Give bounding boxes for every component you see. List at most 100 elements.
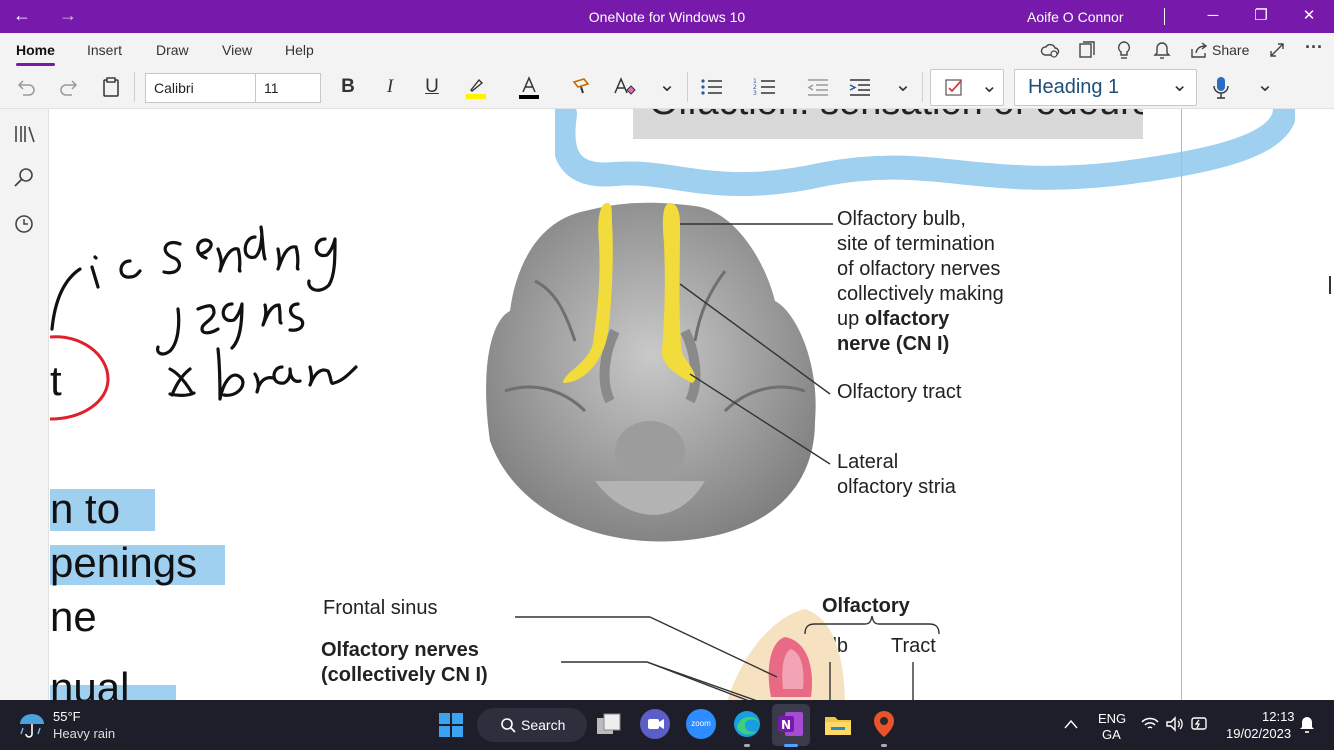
label-lateral-olfactory-stria: Lateral olfactory stria: [837, 451, 956, 498]
weather-temperature[interactable]: 55°F: [53, 709, 81, 724]
left-text-line-4: ne: [50, 593, 97, 640]
page-icon[interactable]: [1078, 41, 1096, 59]
notifications-icon[interactable]: [1297, 715, 1317, 735]
onenote-active-tile[interactable]: N: [772, 704, 810, 746]
bold-button[interactable]: B: [335, 76, 361, 98]
edge-browser-icon[interactable]: [732, 709, 762, 739]
onenote-app-icon: N: [778, 712, 803, 736]
tag-selector[interactable]: ⌄: [930, 69, 1004, 106]
notebooks-icon[interactable]: [12, 123, 38, 145]
file-explorer-icon[interactable]: [823, 709, 853, 739]
format-painter-icon[interactable]: [570, 76, 596, 98]
undo-icon[interactable]: [15, 77, 41, 97]
increase-indent-icon[interactable]: [848, 77, 874, 97]
font-name-field[interactable]: Calibri: [145, 73, 256, 103]
font-color-icon[interactable]: [517, 75, 543, 101]
zoom-app-icon[interactable]: zoom: [686, 709, 716, 739]
style-dropdown-icon: ⌄: [1171, 74, 1188, 96]
maps-pin-icon[interactable]: [869, 709, 899, 739]
language-top[interactable]: ENG: [1098, 711, 1126, 726]
tag-dropdown-icon: ⌄: [981, 75, 998, 97]
label-olfactory-tract: Olfactory tract: [837, 381, 962, 403]
bullet-list-icon[interactable]: [700, 77, 726, 97]
wifi-icon[interactable]: [1141, 716, 1159, 732]
minimize-icon[interactable]: ─: [1198, 4, 1228, 28]
sync-cloud-icon[interactable]: [1040, 41, 1060, 59]
style-selector[interactable]: Heading 1 ⌄: [1014, 69, 1197, 106]
restore-icon[interactable]: ❐: [1246, 4, 1276, 28]
tab-help[interactable]: Help: [285, 42, 314, 58]
search-icon[interactable]: [12, 167, 38, 189]
left-text-line-5: nual: [50, 664, 130, 700]
tab-home[interactable]: Home: [16, 42, 55, 66]
clear-formatting-icon[interactable]: [612, 76, 638, 98]
bell-icon[interactable]: [1153, 41, 1171, 59]
page-margin-line: [1181, 109, 1182, 700]
highlighter-icon[interactable]: [464, 75, 490, 101]
toolbar-separator: [922, 72, 923, 102]
navigation-sidebar: [0, 109, 49, 700]
windows-start-icon[interactable]: [438, 712, 464, 738]
toolbar-separator: [134, 72, 135, 102]
toolbar-separator: [687, 72, 688, 102]
weather-condition[interactable]: Heavy rain: [53, 726, 115, 741]
task-view-icon[interactable]: [595, 712, 623, 738]
search-icon: [501, 718, 516, 733]
tab-view[interactable]: View: [222, 42, 252, 58]
user-name[interactable]: Aoife O Connor: [1027, 9, 1124, 25]
volume-icon[interactable]: [1165, 716, 1183, 732]
italic-button[interactable]: I: [377, 76, 403, 98]
svg-text:N: N: [781, 718, 791, 732]
scroll-indicator: [1329, 276, 1331, 294]
maps-running-indicator: [881, 744, 887, 747]
heading-box: Olfaction: sensation of odours: [633, 109, 1143, 139]
left-text-line-2: n to: [50, 485, 121, 532]
share-button[interactable]: Share: [1212, 42, 1249, 58]
battery-charging-icon[interactable]: [1190, 715, 1210, 733]
heading-text: Olfaction: sensation of odours: [649, 109, 1143, 124]
checkbox-tag-icon: [945, 79, 962, 96]
share-icon[interactable]: [1190, 41, 1208, 59]
formatting-dropdown-icon[interactable]: ⌄: [654, 72, 680, 97]
language-bottom[interactable]: GA: [1102, 727, 1121, 742]
note-canvas[interactable]: Olfaction: sensation of odours t n to pe…: [50, 109, 1334, 700]
ribbon-toolbar: Calibri 11 B I U ⌄ 123 ⌄ ⌄ Heading 1 ⌄ ⌄: [0, 66, 1334, 109]
clock-date[interactable]: 19/02/2023: [1226, 726, 1291, 741]
tab-insert[interactable]: Insert: [87, 42, 122, 58]
title-separator: [1164, 8, 1165, 25]
edge-running-indicator: [744, 744, 750, 747]
tab-draw[interactable]: Draw: [156, 42, 189, 58]
style-value: Heading 1: [1028, 76, 1120, 98]
show-hidden-icons-chevron-icon[interactable]: [1063, 718, 1079, 730]
left-text-line-3: penings: [50, 539, 198, 586]
close-icon[interactable]: ✕: [1294, 4, 1324, 28]
figure1-leader-lines: [679, 223, 833, 465]
decrease-indent-icon[interactable]: [806, 77, 832, 97]
svg-text:3: 3: [753, 90, 757, 97]
onenote-running-indicator: [784, 744, 798, 747]
font-size-field[interactable]: 11: [255, 73, 321, 103]
dictate-dropdown-icon[interactable]: ⌄: [1252, 72, 1278, 97]
redo-icon[interactable]: [58, 77, 84, 97]
search-label: Search: [521, 717, 566, 733]
sagittal-section-illustration: [515, 609, 940, 700]
lightbulb-icon[interactable]: [1116, 40, 1132, 60]
more-options-icon[interactable]: ···: [1305, 37, 1323, 58]
left-text-line-1: t: [50, 357, 62, 404]
label-olfactory-bulb: Olfactory bulb, site of termination of o…: [837, 208, 1004, 355]
paragraph-dropdown-icon[interactable]: ⌄: [890, 72, 916, 97]
numbered-list-icon[interactable]: 123: [753, 77, 779, 97]
teams-chat-icon[interactable]: [640, 709, 670, 739]
expand-icon[interactable]: [1268, 41, 1286, 59]
recent-clock-icon[interactable]: [12, 213, 38, 235]
title-bar: ← → OneNote for Windows 10 Aoife O Conno…: [0, 0, 1334, 33]
dictate-microphone-icon[interactable]: [1211, 75, 1237, 101]
window-title: OneNote for Windows 10: [588, 9, 746, 25]
windows-taskbar: 55°F Heavy rain Search zoom N ENG GA 12:…: [0, 700, 1334, 750]
underline-button[interactable]: U: [419, 76, 445, 98]
taskbar-search[interactable]: Search: [477, 708, 587, 742]
ribbon-tabs: Home Insert Draw View Help Share ···: [0, 33, 1334, 66]
clipboard-icon[interactable]: [101, 76, 127, 98]
rain-umbrella-icon[interactable]: [18, 710, 46, 740]
clock-time[interactable]: 12:13: [1262, 709, 1295, 724]
